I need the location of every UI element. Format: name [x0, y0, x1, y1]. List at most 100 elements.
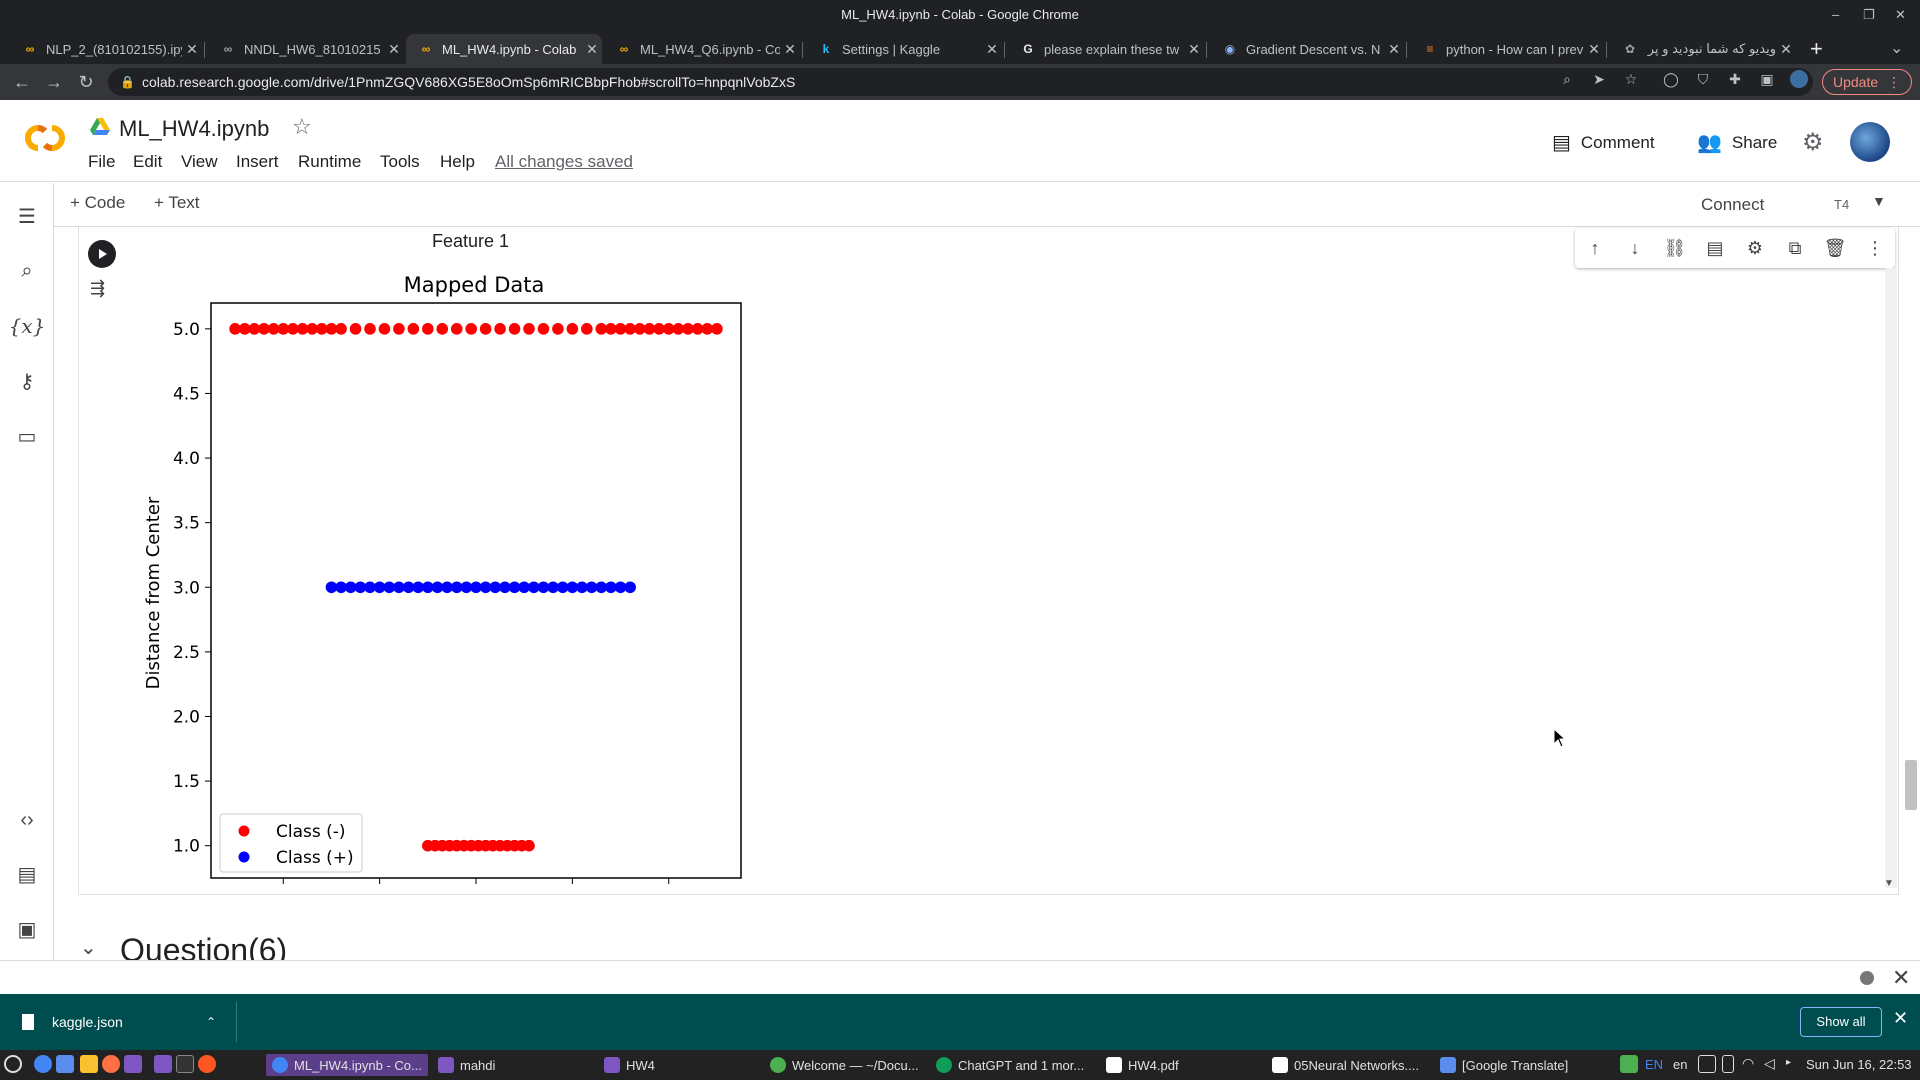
cell-scrollbar[interactable] [1885, 268, 1897, 888]
taskbar-item-google-translate[interactable]: [Google Translate] [1440, 1054, 1568, 1076]
close-tab-icon[interactable]: ✕ [1184, 41, 1204, 58]
add-code-button[interactable]: + Code [70, 193, 125, 213]
avatar[interactable] [1850, 122, 1890, 162]
tab-ml-hw4[interactable]: ∞ ML_HW4.ipynb - Colab ✕ [406, 34, 602, 64]
run-cell-button[interactable] [88, 240, 116, 268]
taskbar-item-hw4-pdf[interactable]: HW4.pdf [1106, 1054, 1179, 1076]
clipboard-tray-icon[interactable] [1722, 1055, 1734, 1073]
tab-nndl-hw6[interactable]: ∞ NNDL_HW6_81010215 ✕ [208, 34, 404, 64]
forward-icon[interactable]: → [42, 70, 66, 94]
tab-nlp2[interactable]: ∞ NLP_2_(810102155).ipy ✕ [10, 34, 202, 64]
menu-view[interactable]: View [181, 152, 218, 172]
terminal-icon[interactable]: ▣ [12, 914, 42, 944]
tab-ml-hw4-q6[interactable]: ∞ ML_HW4_Q6.ipynb - Co ✕ [604, 34, 800, 64]
close-tab-icon[interactable]: ✕ [384, 41, 404, 58]
comment-icon[interactable]: ▤ [1703, 236, 1727, 260]
profile-avatar-icon[interactable] [1790, 70, 1808, 88]
maximize-icon[interactable]: ❐ [1863, 0, 1875, 30]
close-icon[interactable]: ✕ [1893, 1008, 1908, 1029]
app-launcher-icon[interactable] [102, 1055, 120, 1073]
gear-icon[interactable]: ⚙ [1802, 128, 1824, 157]
toc-icon[interactable]: ☰ [12, 201, 42, 231]
link-icon[interactable]: ⛓ [1663, 236, 1687, 260]
menu-insert[interactable]: Insert [236, 152, 279, 172]
display-tray-icon[interactable] [1698, 1055, 1716, 1073]
scroll-down-arrow[interactable]: ▼ [1884, 878, 1894, 889]
connect-button[interactable]: Connect [1701, 195, 1764, 215]
gear-icon[interactable]: ⚙ [1743, 236, 1767, 260]
extension-icon[interactable]: ◯ [1662, 70, 1680, 88]
menu-help[interactable]: Help [440, 152, 475, 172]
close-tab-icon[interactable]: ✕ [780, 41, 800, 58]
update-button[interactable]: Update ⋮ [1822, 69, 1912, 95]
firefox-launcher-icon[interactable] [198, 1055, 216, 1073]
colab-logo[interactable] [18, 120, 72, 156]
translate-launcher-icon[interactable] [56, 1055, 74, 1073]
key-icon[interactable]: ⚷ [12, 366, 42, 396]
tab-kaggle-settings[interactable]: k Settings | Kaggle ✕ [806, 34, 1002, 64]
save-status[interactable]: All changes saved [495, 152, 633, 172]
tab-search-icon[interactable]: ⌄ [1890, 38, 1903, 58]
clock[interactable]: Sun Jun 16, 22:53 [1806, 1057, 1912, 1072]
taskbar-item-hw4-folder[interactable]: HW4 [604, 1054, 655, 1076]
chevron-down-icon[interactable]: ⌄ [80, 935, 97, 960]
wifi-icon[interactable]: ◠ [1742, 1055, 1754, 1072]
language-indicator[interactable]: EN [1645, 1057, 1663, 1072]
chevron-up-icon[interactable]: ⌃ [206, 1015, 216, 1029]
tab-google-search[interactable]: G please explain these tw ✕ [1008, 34, 1204, 64]
search-icon[interactable]: ⌕ [12, 256, 42, 286]
tray-arrow-icon[interactable]: ▸ [1786, 1057, 1791, 1068]
close-tab-icon[interactable]: ✕ [982, 41, 1002, 58]
delete-icon[interactable]: 🗑 [1823, 236, 1847, 260]
taskbar-item-colab[interactable]: ML_HW4.ipynb - Co... [266, 1054, 428, 1076]
taskbar-item-welcome[interactable]: Welcome — ~/Docu... [770, 1054, 919, 1076]
folder-launcher-icon[interactable] [154, 1055, 172, 1073]
page-scrollbar-thumb[interactable] [1905, 760, 1917, 810]
add-text-button[interactable]: + Text [154, 193, 200, 213]
shield-icon[interactable]: ⛉ [1694, 70, 1712, 88]
more-vert-icon[interactable]: ⋮ [1863, 236, 1887, 260]
folder-icon[interactable]: ▭ [12, 421, 42, 451]
close-tab-icon[interactable]: ✕ [582, 41, 602, 58]
taskbar-item-mahdi[interactable]: mahdi [438, 1054, 495, 1076]
minimize-icon[interactable]: – [1832, 0, 1839, 30]
output-actions-icon[interactable]: ⇶ [90, 278, 105, 299]
menu-tools[interactable]: Tools [380, 152, 420, 172]
zoom-icon[interactable]: ⌕ [1558, 70, 1576, 88]
show-all-button[interactable]: Show all [1800, 1007, 1882, 1037]
menu-file[interactable]: File [88, 152, 115, 172]
check-tray-icon[interactable] [1620, 1055, 1638, 1073]
notebook-title[interactable]: ML_HW4.ipynb [119, 116, 269, 142]
code-snippets-icon[interactable]: ‹› [12, 805, 42, 835]
volume-icon[interactable]: ◁ [1764, 1055, 1775, 1072]
comment-button[interactable]: ▤ Comment [1552, 130, 1655, 155]
new-tab-icon[interactable]: + [1810, 36, 1823, 62]
bookmark-star-icon[interactable]: ☆ [1622, 70, 1640, 88]
close-tab-icon[interactable]: ✕ [1776, 41, 1796, 58]
tab-stackoverflow[interactable]: ≡ python - How can I prev ✕ [1410, 34, 1604, 64]
chevron-down-icon[interactable]: ▼ [1872, 193, 1886, 209]
keyboard-layout[interactable]: en [1673, 1057, 1687, 1072]
files-launcher-icon[interactable] [124, 1055, 142, 1073]
share-button[interactable]: 👥 Share [1697, 130, 1777, 155]
taskbar-item-chatgpt[interactable]: ChatGPT and 1 mor... [936, 1054, 1084, 1076]
close-tab-icon[interactable]: ✕ [182, 41, 202, 58]
menu-runtime[interactable]: Runtime [298, 152, 361, 172]
variables-icon[interactable]: {x} [9, 311, 46, 341]
terminal-launcher-icon[interactable] [176, 1055, 194, 1073]
send-icon[interactable]: ➤ [1590, 70, 1608, 88]
download-item[interactable]: kaggle.json ⌃ [16, 1004, 226, 1040]
back-icon[interactable]: ← [10, 70, 34, 94]
command-palette-icon[interactable]: ▤ [12, 859, 42, 889]
chrome-launcher-icon[interactable] [34, 1055, 52, 1073]
taskbar-item-neural-networks[interactable]: 05Neural Networks.... [1272, 1054, 1419, 1076]
close-window-icon[interactable]: ✕ [1895, 0, 1906, 30]
mirror-cell-icon[interactable]: ⧉ [1783, 236, 1807, 260]
puzzle-icon[interactable]: ✚ [1726, 70, 1744, 88]
side-panel-icon[interactable]: ▣ [1758, 70, 1776, 88]
star-icon[interactable]: ☆ [292, 114, 312, 140]
tab-persian-video[interactable]: ✿ ویدیو که شما نبودید و پر ✕ [1610, 34, 1796, 64]
close-tab-icon[interactable]: ✕ [1384, 41, 1404, 58]
notes-launcher-icon[interactable] [80, 1055, 98, 1073]
reload-icon[interactable]: ↻ [74, 70, 98, 94]
